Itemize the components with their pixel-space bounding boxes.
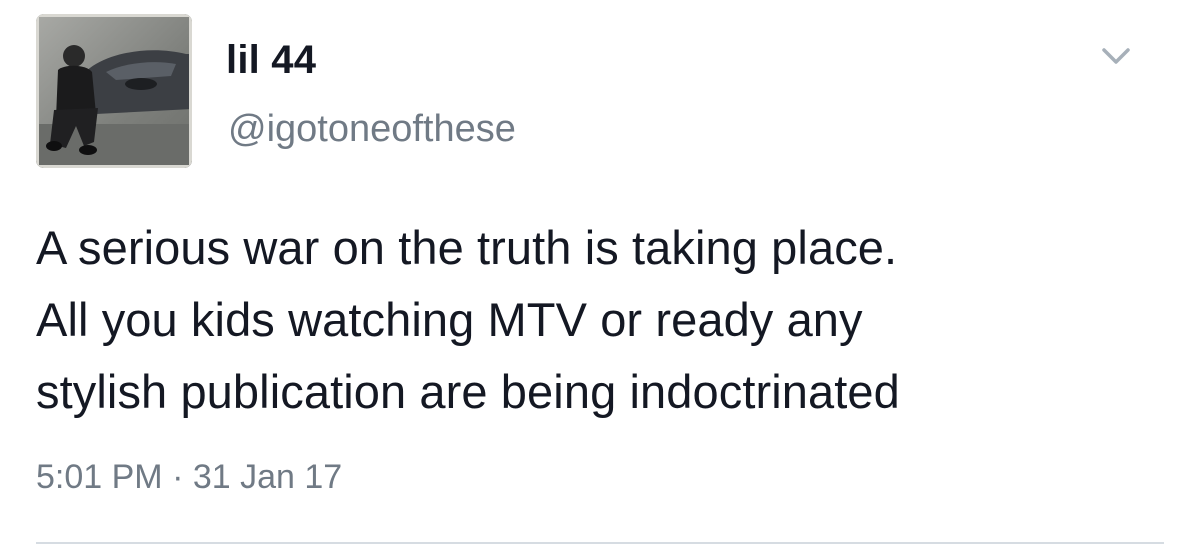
chevron-down-icon[interactable] <box>1096 40 1136 70</box>
display-name[interactable]: lil 44 <box>226 38 316 83</box>
divider <box>36 542 1164 544</box>
tweet-timestamp[interactable]: 5:01 PM · 31 Jan 17 <box>36 458 342 497</box>
tweet-text-line: All you kids watching MTV or ready any <box>36 293 863 346</box>
user-handle[interactable]: @igotoneofthese <box>228 108 516 151</box>
tweet-card: lil 44 @igotoneofthese A serious war on … <box>0 0 1200 553</box>
tweet-text-line: stylish publication are being indoctrina… <box>36 365 900 418</box>
avatar-photo <box>36 14 192 168</box>
avatar[interactable] <box>36 14 192 168</box>
tweet-text-line: A serious war on the truth is taking pla… <box>36 221 898 274</box>
tweet-text: A serious war on the truth is taking pla… <box>36 212 1176 428</box>
